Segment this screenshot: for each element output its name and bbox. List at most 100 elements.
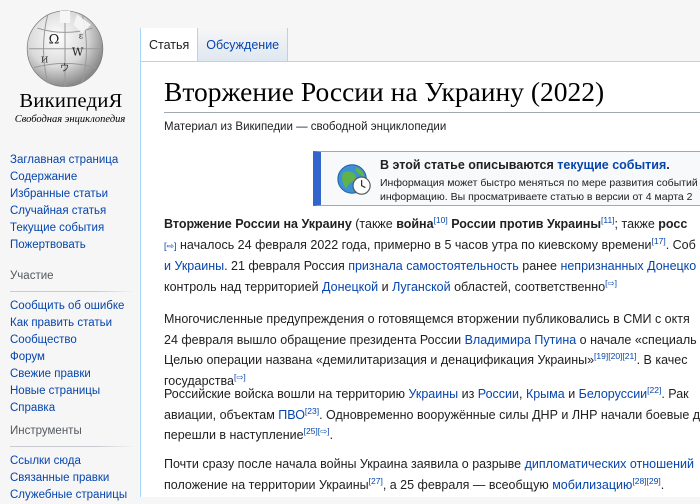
- p2-line-3: Целью операции названа «демилитаризация …: [164, 350, 700, 371]
- p1-line-4: контроль над территорией Донецкой и Луга…: [164, 277, 700, 298]
- p4-line-1: Почти сразу после начала войны Украина з…: [164, 454, 700, 475]
- left-panel: Ω W И ウ ε ВикипедиЯ Свободная энциклопед…: [0, 0, 140, 501]
- reference-link[interactable]: [27]: [369, 475, 383, 485]
- tab-article[interactable]: Статья: [140, 28, 199, 62]
- p3-text: авиации, объектам: [164, 407, 279, 422]
- p1-text: . Соб: [665, 237, 696, 252]
- notice-title: В этой статье описываются текущие событи…: [380, 158, 670, 172]
- link-diplomatic-relations[interactable]: дипломатических отношений: [525, 457, 694, 471]
- nav-item-featured[interactable]: Избранные статьи: [10, 188, 108, 200]
- svg-text:Ω: Ω: [49, 33, 60, 48]
- link-unrecognized-donetsk[interactable]: непризнанных Донецко: [560, 259, 696, 273]
- nav-main: Заглавная страница Содержание Избранные …: [10, 152, 135, 254]
- nav-participation: Участие Сообщить об ошибке Как править с…: [10, 270, 135, 417]
- nav-item-help[interactable]: Справка: [10, 402, 55, 414]
- nav-item-what-links-here[interactable]: Ссылки сюда: [10, 455, 81, 467]
- current-events-clock-globe-icon: [337, 164, 371, 195]
- p3-text: из: [458, 387, 478, 401]
- reference-link[interactable]: [11]: [601, 215, 615, 225]
- p1-line-1: Вторжение России на Украину (также война…: [164, 214, 700, 235]
- notice-title-suffix: .: [666, 158, 670, 172]
- nav-item-contents[interactable]: Содержание: [10, 171, 77, 183]
- link-belarus[interactable]: Белоруссии: [579, 387, 648, 401]
- current-events-notice: В этой статье описываются текущие событи…: [313, 151, 700, 206]
- notice-title-text: В этой статье описываются: [380, 158, 558, 172]
- nav-heading-participation: Участие: [10, 270, 54, 282]
- paragraph-2: Многочисленные предупреждения о готовяще…: [164, 309, 700, 391]
- nav-item-how-to-edit[interactable]: Как править статьи: [10, 317, 112, 329]
- wikipedia-logo[interactable]: Ω W И ウ ε ВикипедиЯ Свободная энциклопед…: [0, 0, 140, 140]
- notice-line-1: Информация может быстро меняться по мере…: [380, 177, 698, 189]
- page-title: Вторжение России на Украину (2022): [164, 76, 605, 107]
- nav-item-recent-changes[interactable]: Свежие правки: [10, 368, 91, 380]
- link-vladimir-putin[interactable]: Владимира Путина: [465, 333, 577, 347]
- tab-talk[interactable]: Обсуждение: [198, 28, 289, 62]
- paragraph-3: Российские войска вошли на территорию Ук…: [164, 384, 700, 446]
- p2-text: о начале «специаль: [576, 332, 697, 347]
- p2-line-1: Многочисленные предупреждения о готовяще…: [164, 312, 690, 326]
- link-recognized-independence[interactable]: признала самостоятельность: [348, 259, 519, 273]
- p1-text: (также: [351, 217, 397, 231]
- link-crimea[interactable]: Крыма: [526, 387, 565, 401]
- notice-line-2: информацию. Вы просматриваете статью в в…: [380, 191, 693, 203]
- p2-line-2: 24 февраля вышло обращение президента Ро…: [164, 330, 700, 351]
- p1-line-2: [⇨] началось 24 февраля 2022 года, приме…: [164, 235, 700, 257]
- nav-heading-tools: Инструменты: [10, 425, 82, 437]
- nav-item-donate[interactable]: Пожертвовать: [10, 239, 86, 251]
- p1-bold-term-2: России против Украины: [447, 217, 601, 231]
- section-jump-link[interactable]: [⇨]: [318, 426, 330, 436]
- p1-line-3: и Украины. 21 февраля Россия признала са…: [164, 256, 700, 277]
- link-donetsk[interactable]: Донецкой: [322, 280, 378, 294]
- reference-link[interactable]: [22]: [647, 385, 661, 395]
- section-jump-link[interactable]: [⇨]: [164, 241, 177, 251]
- p3-line-1: Российские войска вошли на территорию Ук…: [164, 384, 700, 405]
- p2-text: 24 февраля вышло обращение президента Ро…: [164, 332, 465, 347]
- nav-item-new-pages[interactable]: Новые страницы: [10, 385, 100, 397]
- p3-text: ,: [519, 387, 526, 401]
- reference-link[interactable]: [19][20][21]: [594, 351, 637, 361]
- p1-text: контроль над территорией: [164, 279, 323, 294]
- wikipedia-wordmark: ВикипедиЯ: [19, 90, 123, 112]
- wikipedia-tagline: Свободная энциклопедия: [14, 114, 126, 125]
- nav-item-special-pages[interactable]: Служебные страницы: [10, 489, 127, 501]
- p1-bold-term-3: росс: [658, 217, 688, 231]
- p1-text: и: [378, 279, 393, 294]
- p4-line-2: положение на территории Украины[27], а 2…: [164, 475, 700, 496]
- link-ukraine[interactable]: Украины: [408, 387, 458, 401]
- p3-line-2: авиации, объектам ПВО[23]. Одновременно …: [164, 405, 700, 426]
- paragraph-4: Почти сразу после начала войны Украина з…: [164, 454, 700, 495]
- p2-text: Целью операции названа «демилитаризация …: [164, 353, 595, 367]
- title-divider: [164, 112, 700, 113]
- section-jump-link[interactable]: [⇨]: [605, 277, 617, 287]
- nav-item-forum[interactable]: Форум: [10, 351, 45, 363]
- p4-text: Почти сразу после начала войны Украина з…: [164, 457, 525, 471]
- section-jump-link[interactable]: [⇨]: [234, 371, 246, 381]
- nav-item-random[interactable]: Случайная статья: [10, 205, 106, 217]
- p1-text: ранее: [518, 259, 561, 273]
- nav-item-current-events[interactable]: Текущие события: [10, 222, 104, 234]
- page-tabs: Статья Обсуждение: [140, 28, 289, 62]
- reference-link[interactable]: [25]: [304, 426, 318, 436]
- p4-text: .: [660, 477, 665, 492]
- notice-current-events-link[interactable]: текущие события: [557, 158, 666, 172]
- nav-item-report-error[interactable]: Сообщить об ошибке: [10, 300, 124, 312]
- p3-text: перешли в наступление: [164, 428, 304, 442]
- reference-link[interactable]: [28][29]: [632, 475, 660, 485]
- nav-item-main-page[interactable]: Заглавная страница: [10, 154, 118, 166]
- link-luhansk[interactable]: Луганской: [392, 280, 451, 294]
- reference-link[interactable]: [10]: [434, 215, 448, 225]
- link-russia[interactable]: России: [478, 387, 519, 401]
- link-ukraine[interactable]: и Украины: [164, 259, 224, 273]
- reference-link[interactable]: [17]: [652, 235, 666, 245]
- reference-link[interactable]: [23]: [305, 405, 319, 415]
- nav-divider: [10, 291, 135, 292]
- p3-text: . Рак: [661, 387, 689, 401]
- nav-item-community[interactable]: Сообщество: [10, 334, 77, 346]
- p3-text: и: [564, 387, 579, 401]
- link-air-defense[interactable]: ПВО: [278, 408, 305, 422]
- nav-item-related-changes[interactable]: Связанные правки: [10, 472, 109, 484]
- p4-text: положение на территории Украины: [164, 477, 369, 492]
- link-mobilization[interactable]: мобилизацию: [552, 478, 632, 492]
- p1-bold-term: Вторжение России на Украину: [164, 217, 352, 231]
- nav-tools: Инструменты Ссылки сюда Связанные правки…: [10, 425, 135, 504]
